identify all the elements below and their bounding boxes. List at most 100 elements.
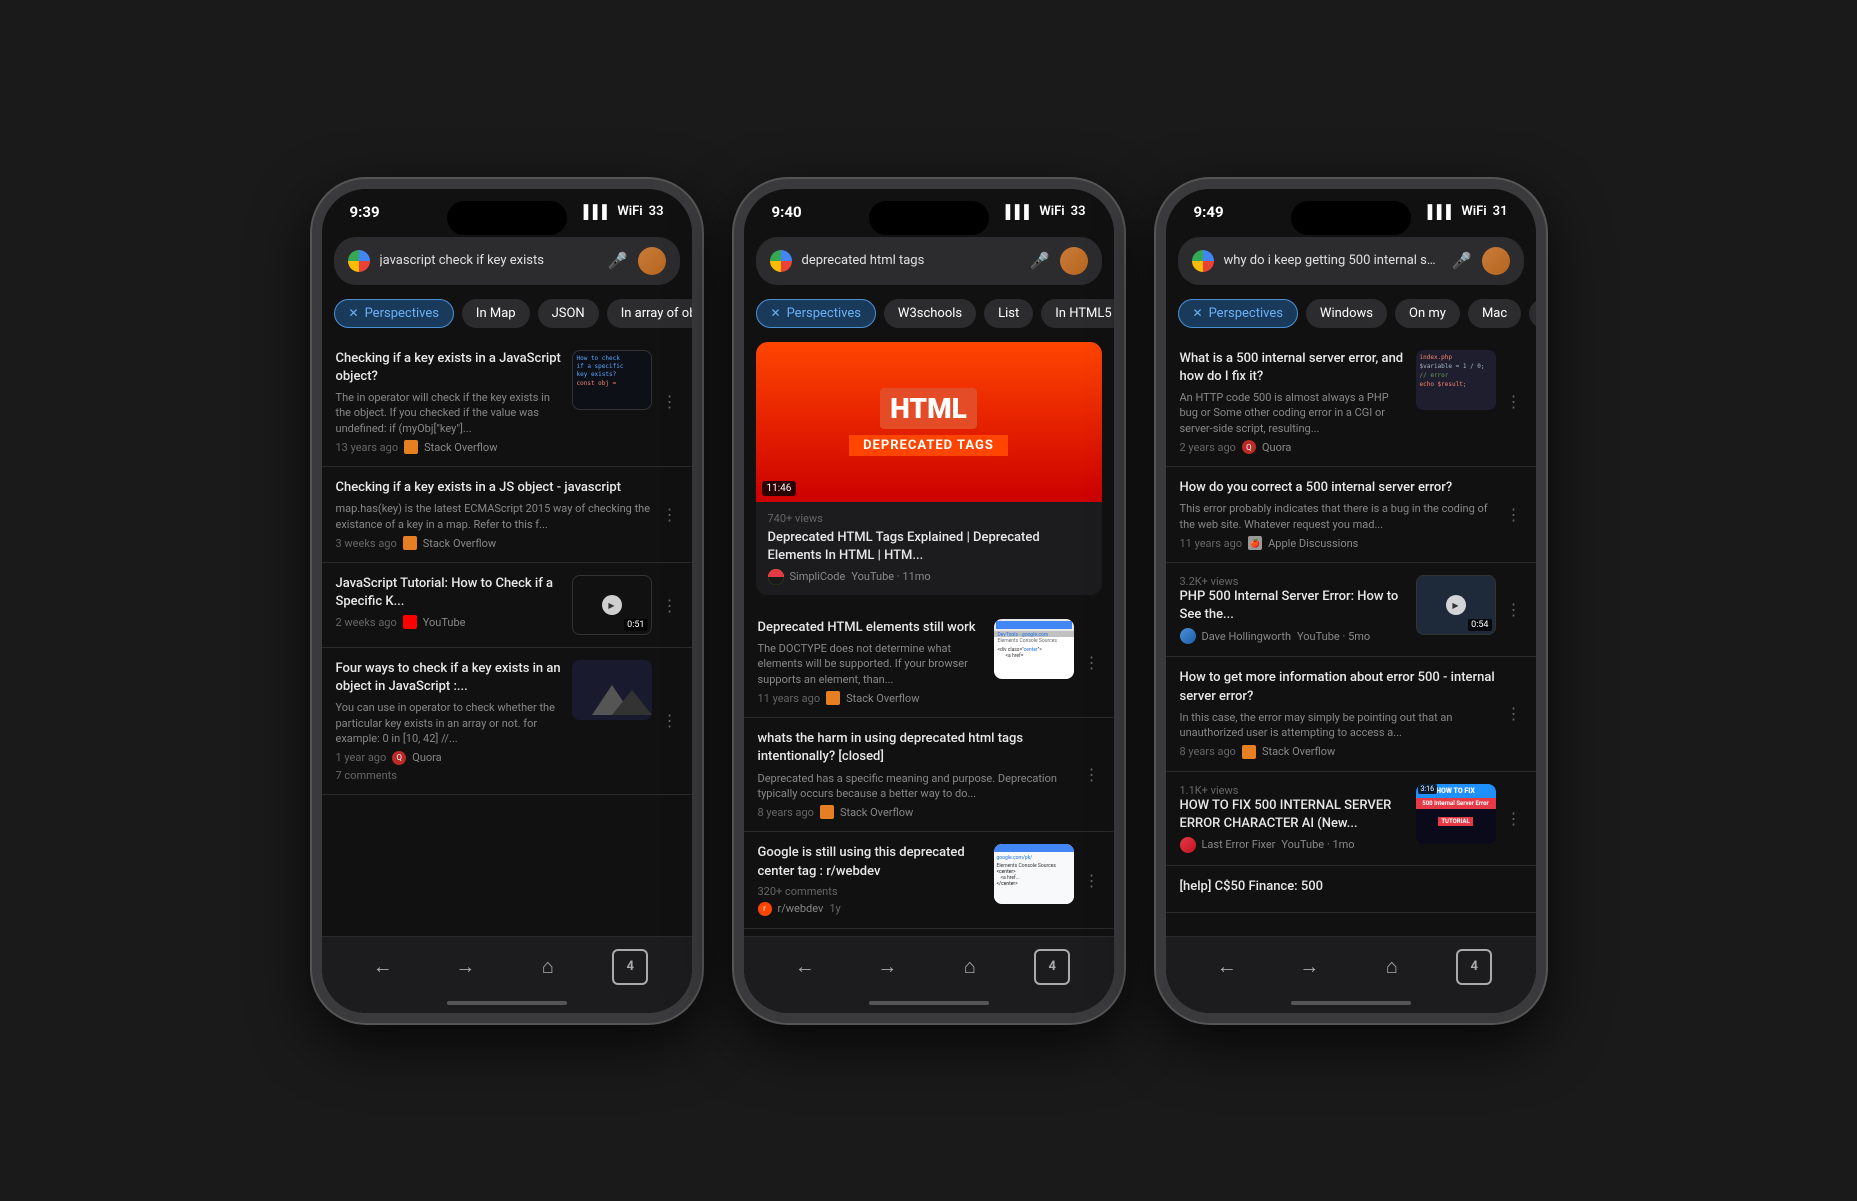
forward-button-3[interactable]: → bbox=[1291, 949, 1327, 985]
chip-close-2[interactable]: ✕ bbox=[771, 306, 781, 320]
search-bar-2[interactable]: deprecated html tags 🎤 bbox=[756, 237, 1102, 285]
battery-icon-1: 33 bbox=[649, 204, 664, 219]
more-icon-1-4[interactable]: ⋮ bbox=[662, 711, 678, 730]
result-meta-1-2: 3 weeks ago Stack Overflow bbox=[336, 536, 652, 550]
result-left-1-4: Four ways to check if a key exists in an… bbox=[336, 660, 562, 782]
chip-close-3[interactable]: ✕ bbox=[1193, 306, 1203, 320]
phone-2: 9:40 ▌▌▌ WiFi 33 deprecated html tags 🎤 … bbox=[734, 179, 1124, 1023]
status-icons-1: ▌▌▌ WiFi 33 bbox=[584, 204, 664, 220]
result-meta-3-1: 2 years ago Q Quora bbox=[1180, 440, 1406, 454]
tabs-button-2[interactable]: 4 bbox=[1034, 949, 1070, 985]
result-item-1-2[interactable]: Checking if a key exists in a JS object … bbox=[322, 467, 692, 563]
mic-icon-3[interactable]: 🎤 bbox=[1452, 251, 1472, 270]
source-platform-html-2: YouTube · 11mo bbox=[851, 570, 930, 583]
result-age-3-2: 11 years ago bbox=[1180, 537, 1243, 550]
deprecated-tag-2: DEPRECATED TAGS bbox=[849, 435, 1008, 456]
chip-windows-3[interactable]: Windows bbox=[1306, 299, 1387, 328]
chip-label-inmap-1: In Map bbox=[476, 306, 516, 321]
search-bar-1[interactable]: javascript check if key exists 🎤 bbox=[334, 237, 680, 285]
result-item-2-3[interactable]: whats the harm in using deprecated html … bbox=[744, 718, 1114, 832]
result-item-1-1[interactable]: Checking if a key exists in a JavaScript… bbox=[322, 338, 692, 468]
chip-w3-2[interactable]: W3schools bbox=[884, 299, 976, 328]
more-icon-1-3[interactable]: ⋮ bbox=[662, 596, 678, 615]
battery-icon-3: 31 bbox=[1493, 204, 1508, 219]
chip-perspectives-2[interactable]: ✕ Perspectives bbox=[756, 299, 876, 328]
result-left-2-2: Deprecated HTML elements still work The … bbox=[758, 619, 984, 705]
home-indicator-1 bbox=[447, 1001, 567, 1005]
result-item-1-4[interactable]: Four ways to check if a key exists in an… bbox=[322, 648, 692, 795]
result-meta-1-3: 2 weeks ago YouTube bbox=[336, 615, 562, 629]
home-button-2[interactable]: ⌂ bbox=[952, 949, 988, 985]
result-age-2-2: 11 years ago bbox=[758, 692, 821, 705]
result-left-3-1: What is a 500 internal server error, and… bbox=[1180, 350, 1406, 455]
forward-button-2[interactable]: → bbox=[869, 949, 905, 985]
chip-mac-3[interactable]: Mac bbox=[1468, 299, 1521, 328]
chip-flights-3[interactable]: Flights bbox=[1529, 299, 1535, 328]
tabs-button-3[interactable]: 4 bbox=[1456, 949, 1492, 985]
more-icon-1-2[interactable]: ⋮ bbox=[662, 505, 678, 524]
mic-icon-1[interactable]: 🎤 bbox=[608, 251, 628, 270]
html-card-2[interactable]: HTML DEPRECATED TAGS 11:46 740+ views De… bbox=[756, 342, 1102, 595]
more-icon-1-1[interactable]: ⋮ bbox=[662, 392, 678, 411]
back-button-1[interactable]: ← bbox=[365, 949, 401, 985]
result-title-2-4: Google is still using this deprecated ce… bbox=[758, 844, 984, 880]
chip-json-1[interactable]: JSON bbox=[538, 299, 599, 328]
result-left-3-6: [help] C$50 Finance: 500 bbox=[1180, 878, 1522, 900]
result-item-3-4[interactable]: How to get more information about error … bbox=[1166, 657, 1536, 771]
result-snippet-2-2: The DOCTYPE does not determine what elem… bbox=[758, 641, 984, 687]
avatar-1[interactable] bbox=[638, 247, 666, 275]
result-age-3-4: 8 years ago bbox=[1180, 745, 1236, 758]
result-item-2-4[interactable]: Google is still using this deprecated ce… bbox=[744, 832, 1114, 928]
play-button-1-3: ▶ bbox=[602, 595, 622, 615]
more-icon-2-4[interactable]: ⋮ bbox=[1084, 871, 1100, 890]
avatar-3[interactable] bbox=[1482, 247, 1510, 275]
html5-logo-2: HTML bbox=[880, 388, 977, 429]
more-icon-3-1[interactable]: ⋮ bbox=[1506, 392, 1522, 411]
chip-close-1[interactable]: ✕ bbox=[349, 306, 359, 320]
play-button-3-3: ▶ bbox=[1446, 595, 1466, 615]
chip-inmap-1[interactable]: In Map bbox=[462, 299, 530, 328]
content-3: What is a 500 internal server error, and… bbox=[1166, 334, 1536, 978]
video-duration-1-3: 0:51 bbox=[624, 619, 647, 631]
result-item-3-3[interactable]: 3.2K+ views PHP 500 Internal Server Erro… bbox=[1166, 563, 1536, 657]
battery-icon-2: 33 bbox=[1071, 204, 1086, 219]
result-meta-2-3: 8 years ago Stack Overflow bbox=[758, 805, 1074, 819]
more-icon-3-4[interactable]: ⋮ bbox=[1506, 704, 1522, 723]
chip-perspectives-3[interactable]: ✕ Perspectives bbox=[1178, 299, 1298, 328]
source-name-2-2: Stack Overflow bbox=[846, 692, 919, 705]
chip-onmy-3[interactable]: On my bbox=[1395, 299, 1460, 328]
result-item-3-2[interactable]: How do you correct a 500 internal server… bbox=[1166, 467, 1536, 563]
source-icon-2-2 bbox=[826, 691, 840, 705]
howtofix-red-3-5: 500 Internal Server Error bbox=[1416, 798, 1496, 809]
more-icon-3-5[interactable]: ⋮ bbox=[1506, 809, 1522, 828]
chip-html5-2[interactable]: In HTML5 bbox=[1041, 299, 1113, 328]
result-age-2-3: 8 years ago bbox=[758, 806, 814, 819]
search-bar-3[interactable]: why do i keep getting 500 internal serve… bbox=[1178, 237, 1524, 285]
result-item-3-5[interactable]: 1.1K+ views HOW TO FIX 500 INTERNAL SERV… bbox=[1166, 772, 1536, 866]
back-button-2[interactable]: ← bbox=[787, 949, 823, 985]
source-name-1-3: YouTube bbox=[423, 616, 466, 629]
mic-icon-2[interactable]: 🎤 bbox=[1030, 251, 1050, 270]
chip-perspectives-1[interactable]: ✕ Perspectives bbox=[334, 299, 454, 328]
avatar-2[interactable] bbox=[1060, 247, 1088, 275]
result-item-3-1[interactable]: What is a 500 internal server error, and… bbox=[1166, 338, 1536, 468]
result-left-2-4: Google is still using this deprecated ce… bbox=[758, 844, 984, 915]
more-icon-2-3[interactable]: ⋮ bbox=[1084, 765, 1100, 784]
tabs-button-1[interactable]: 4 bbox=[612, 949, 648, 985]
back-button-3[interactable]: ← bbox=[1209, 949, 1245, 985]
more-icon-3-3[interactable]: ⋮ bbox=[1506, 600, 1522, 619]
chip-inarray-1[interactable]: In array of objects bbox=[607, 299, 692, 328]
home-button-3[interactable]: ⌂ bbox=[1374, 949, 1410, 985]
more-icon-2-2[interactable]: ⋮ bbox=[1084, 653, 1100, 672]
result-item-3-6[interactable]: [help] C$50 Finance: 500 bbox=[1166, 866, 1536, 913]
home-button-1[interactable]: ⌂ bbox=[530, 949, 566, 985]
result-item-1-3[interactable]: JavaScript Tutorial: How to Check if a S… bbox=[322, 563, 692, 648]
chip-list-2[interactable]: List bbox=[984, 299, 1033, 328]
result-left-3-2: How do you correct a 500 internal server… bbox=[1180, 479, 1496, 550]
source-icon-1-2 bbox=[403, 536, 417, 550]
result-item-2-2[interactable]: Deprecated HTML elements still work The … bbox=[744, 607, 1114, 718]
html-card-title-2: Deprecated HTML Tags Explained | Depreca… bbox=[768, 529, 1090, 565]
more-icon-3-2[interactable]: ⋮ bbox=[1506, 505, 1522, 524]
filter-chips-2: ✕ Perspectives W3schools List In HTML5 E… bbox=[744, 293, 1114, 334]
forward-button-1[interactable]: → bbox=[447, 949, 483, 985]
